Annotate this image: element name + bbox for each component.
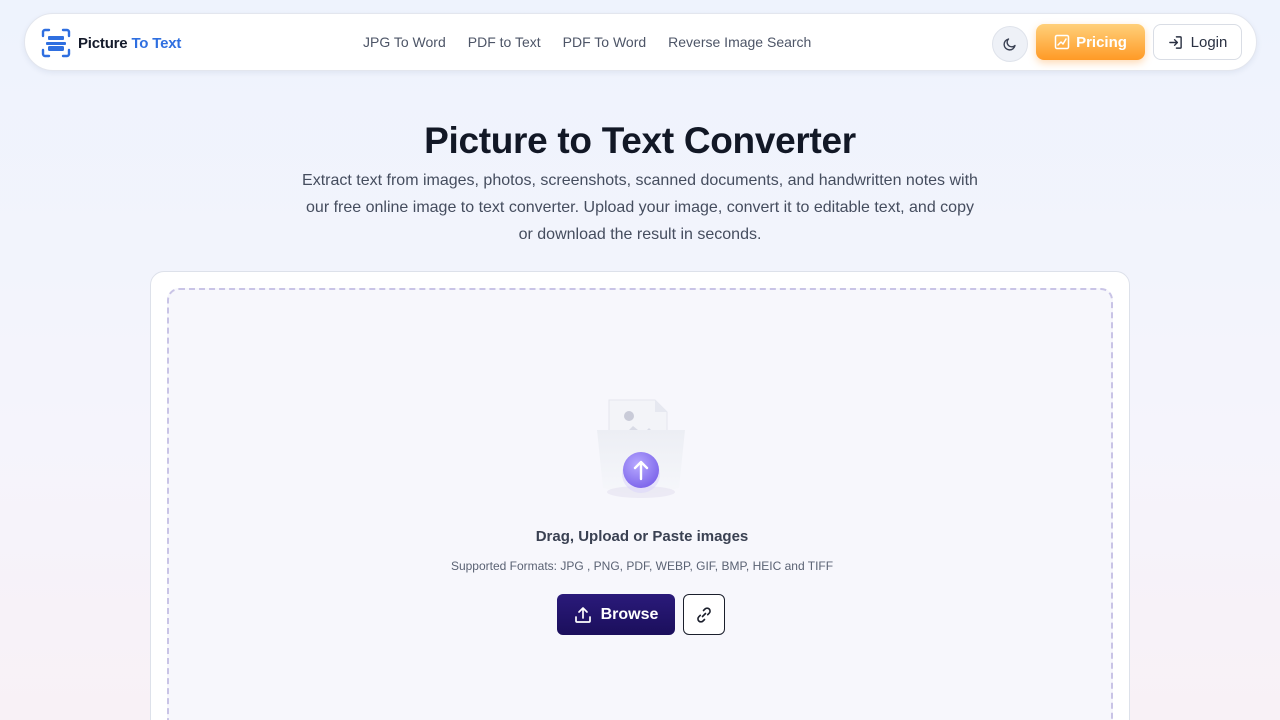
nav-pdf-to-text[interactable]: PDF to Text	[468, 34, 541, 50]
image-upload-icon	[597, 399, 685, 498]
logo-text-accent: To Text	[131, 34, 182, 52]
logo-text: Picture To Text	[78, 35, 181, 52]
pricing-label: Pricing	[1076, 33, 1127, 51]
drag-instruction: Drag, Upload or Paste images	[535, 528, 749, 545]
logo[interactable]: Picture To Text	[40, 27, 181, 59]
nav-jpg-to-word[interactable]: JPG To Word	[363, 34, 446, 50]
page-description: Extract text from images, photos, screen…	[302, 172, 978, 243]
nav-pdf-to-word[interactable]: PDF To Word	[563, 34, 647, 50]
top-navbar: Picture To Text JPG To Word PDF to Text P…	[24, 13, 1257, 71]
browse-label: Browse	[600, 605, 659, 623]
scan-icon	[41, 28, 71, 58]
upload-from-url-button[interactable]	[683, 594, 725, 635]
login-label: Login	[1190, 33, 1228, 51]
supported-formats: Supported Formats: JPG , PNG, PDF, WEBP,…	[450, 559, 834, 573]
page-title: Picture to Text Converter	[424, 120, 856, 161]
moon-icon	[1003, 38, 1016, 51]
main-nav: JPG To Word PDF to Text PDF To Word Reve…	[363, 34, 811, 50]
pricing-button[interactable]: Pricing	[1036, 24, 1145, 60]
login-icon	[1168, 35, 1182, 49]
chart-icon	[1054, 34, 1070, 50]
upload-icon	[574, 606, 591, 623]
link-icon	[697, 606, 711, 623]
browse-button[interactable]: Browse	[557, 594, 675, 635]
login-button[interactable]: Login	[1153, 24, 1242, 60]
logo-text-primary: Picture	[78, 34, 128, 52]
nav-reverse-image-search[interactable]: Reverse Image Search	[668, 34, 811, 50]
upload-dropzone[interactable]: Drag, Upload or Paste images Supported F…	[167, 288, 1113, 720]
upload-card: Drag, Upload or Paste images Supported F…	[150, 271, 1130, 720]
theme-toggle-button[interactable]	[992, 26, 1028, 62]
